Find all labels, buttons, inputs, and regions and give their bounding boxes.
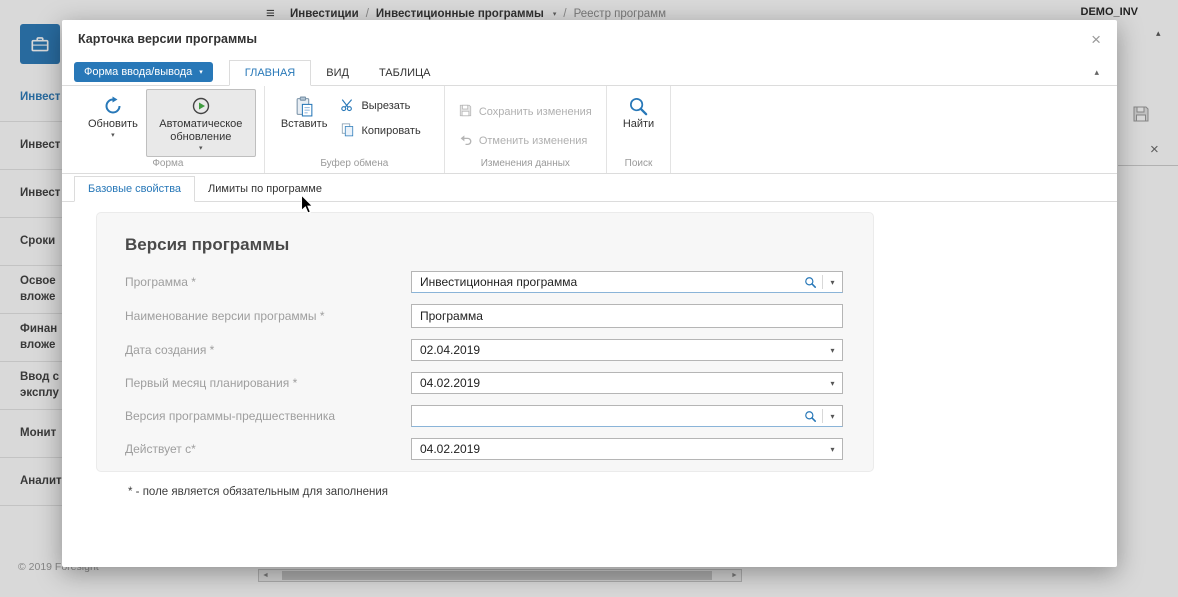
effective-from-dropdown[interactable]: 04.02.2019 ▾ — [411, 438, 843, 460]
auto-refresh-button[interactable]: Автоматическое обновление ▾ — [146, 89, 256, 157]
tab-basic-properties[interactable]: Базовые свойства — [74, 176, 195, 202]
dialog-body: Версия программы Программа * Инвестицион… — [62, 202, 1117, 567]
undo-icon — [458, 132, 473, 150]
form-row: Программа * Инвестиционная программа ▾ — [125, 271, 843, 293]
ribbon-collapse-icon[interactable]: ▴ — [1094, 67, 1099, 78]
find-label: Найти — [623, 118, 654, 131]
chevron-down-icon: ▾ — [199, 68, 203, 76]
copy-label: Копировать — [361, 125, 420, 137]
first-planning-month-dropdown[interactable]: 04.02.2019 ▾ — [411, 372, 843, 394]
program-version-form: Версия программы Программа * Инвестицион… — [96, 212, 874, 472]
required-fields-note: * - поле является обязательным для запол… — [128, 486, 388, 498]
copy-button[interactable]: Копировать — [335, 121, 425, 141]
chevron-down-icon[interactable]: ▾ — [823, 379, 842, 388]
chevron-down-icon[interactable]: ▾ — [823, 445, 842, 454]
field-label: Наименование версии программы * — [125, 309, 411, 323]
field-value: Программа — [412, 309, 842, 323]
save-changes-button[interactable]: Сохранить изменения — [453, 102, 597, 122]
ribbon-group-clipboard: Вставить Вырезать — [265, 86, 445, 173]
ribbon-group-caption: Поиск — [615, 157, 662, 173]
ribbon-group-caption: Буфер обмена — [273, 157, 436, 173]
form-mode-label: Форма ввода/вывода — [84, 66, 192, 78]
cut-label: Вырезать — [361, 100, 410, 112]
ribbon-group-changes: Сохранить изменения Отменить изменения И… — [445, 86, 607, 173]
field-value: Инвестиционная программа — [412, 275, 799, 289]
chevron-down-icon: ▾ — [199, 145, 203, 153]
search-icon — [628, 94, 649, 118]
form-row: Действует с* 04.02.2019 ▾ — [125, 438, 843, 460]
field-label: Действует с* — [125, 442, 411, 456]
save-changes-label: Сохранить изменения — [479, 106, 592, 118]
ribbon-tab-main[interactable]: ГЛАВНАЯ — [229, 60, 311, 86]
field-label: Дата создания * — [125, 343, 411, 357]
save-icon — [458, 103, 473, 121]
ribbon: Обновить ▾ Автоматическое обновление ▾ Ф… — [62, 86, 1117, 174]
chevron-down-icon[interactable]: ▾ — [823, 412, 842, 421]
close-icon[interactable]: × — [1091, 31, 1101, 48]
paste-icon — [294, 94, 315, 118]
paste-label: Вставить — [281, 118, 328, 131]
search-icon[interactable] — [799, 409, 823, 423]
undo-changes-button[interactable]: Отменить изменения — [453, 131, 597, 151]
chevron-down-icon[interactable]: ▾ — [823, 346, 842, 355]
paste-button[interactable]: Вставить — [273, 89, 336, 134]
version-name-input[interactable]: Программа — [411, 304, 843, 328]
mouse-cursor — [300, 194, 314, 220]
refresh-icon — [103, 94, 123, 118]
ribbon-group-form: Обновить ▾ Автоматическое обновление ▾ Ф… — [72, 86, 265, 173]
copy-icon — [340, 122, 355, 140]
ribbon-group-caption: Изменения данных — [453, 157, 598, 173]
program-lookup-field[interactable]: Инвестиционная программа ▾ — [411, 271, 843, 293]
refresh-button[interactable]: Обновить ▾ — [80, 89, 146, 144]
dialog-title: Карточка версии программы — [78, 32, 257, 46]
form-mode-dropdown[interactable]: Форма ввода/вывода ▾ — [74, 62, 213, 82]
ribbon-tab-view[interactable]: ВИД — [311, 61, 364, 85]
field-label: Первый месяц планирования * — [125, 376, 411, 390]
field-label: Программа * — [125, 275, 411, 289]
chevron-down-icon: ▾ — [111, 132, 115, 140]
form-row: Первый месяц планирования * 04.02.2019 ▾ — [125, 372, 843, 394]
cut-button[interactable]: Вырезать — [335, 96, 425, 116]
form-row: Дата создания * 02.04.2019 ▾ — [125, 339, 843, 361]
auto-refresh-label: Автоматическое обновление — [154, 118, 248, 144]
undo-changes-label: Отменить изменения — [479, 135, 588, 147]
chevron-down-icon[interactable]: ▾ — [823, 278, 842, 287]
ribbon-group-caption: Форма — [80, 157, 256, 173]
ribbon-group-search: Найти Поиск — [607, 86, 671, 173]
field-value: 04.02.2019 — [412, 442, 823, 456]
dialog-header: Карточка версии программы × — [62, 20, 1117, 58]
creation-date-dropdown[interactable]: 02.04.2019 ▾ — [411, 339, 843, 361]
predecessor-version-lookup-field[interactable]: ▾ — [411, 405, 843, 427]
search-icon[interactable] — [799, 275, 823, 289]
field-value: 02.04.2019 — [412, 343, 823, 357]
field-value: 04.02.2019 — [412, 376, 823, 390]
auto-refresh-icon — [191, 94, 211, 118]
refresh-label: Обновить — [88, 118, 138, 131]
form-row: Наименование версии программы * Программ… — [125, 304, 843, 328]
ribbon-tab-row: Форма ввода/вывода ▾ ГЛАВНАЯ ВИД ТАБЛИЦА… — [62, 58, 1117, 86]
field-label: Версия программы-предшественника — [125, 409, 411, 423]
scissors-icon — [340, 97, 355, 115]
program-version-card-dialog: Карточка версии программы × Форма ввода/… — [62, 20, 1117, 567]
form-row: Версия программы-предшественника ▾ — [125, 405, 843, 427]
form-heading: Версия программы — [125, 235, 843, 255]
content-tab-row: Базовые свойства Лимиты по программе — [62, 174, 1117, 202]
find-button[interactable]: Найти — [615, 89, 662, 134]
ribbon-tab-table[interactable]: ТАБЛИЦА — [364, 61, 446, 85]
